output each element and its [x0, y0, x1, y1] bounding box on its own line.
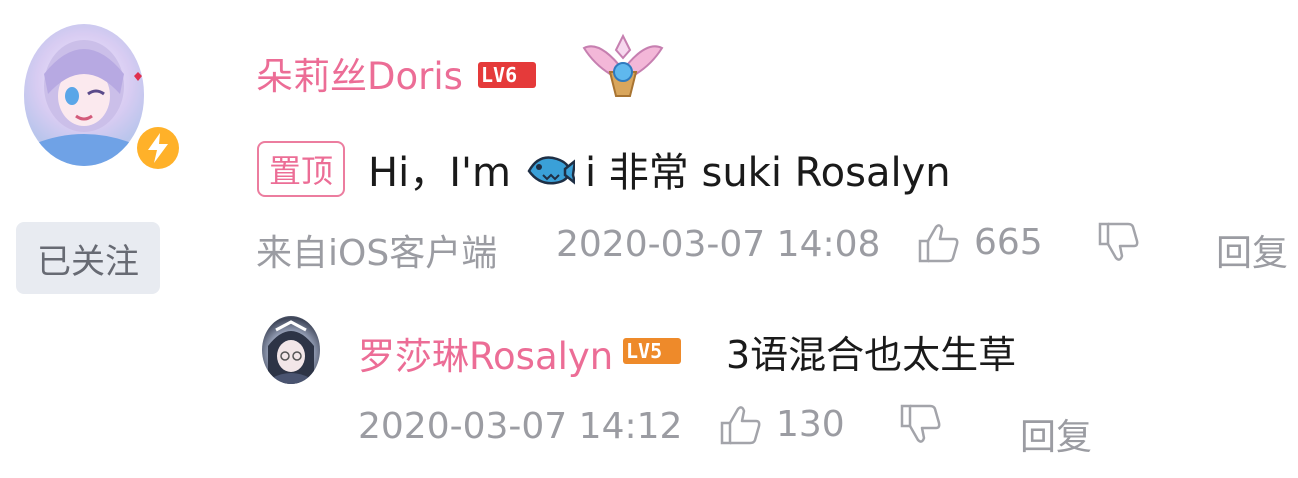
thumbs-down-icon	[1098, 222, 1139, 261]
follow-button[interactable]: 已关注	[16, 222, 160, 294]
comment-username[interactable]: 朵莉丝Doris	[256, 46, 463, 100]
reply-username[interactable]: 罗莎琳Rosalyn	[358, 326, 613, 380]
reply-like-button[interactable]: 130	[720, 404, 845, 445]
comment-source: 来自iOS客户端	[256, 233, 498, 274]
dislike-button[interactable]	[1098, 222, 1140, 271]
avatar-container[interactable]	[24, 24, 184, 174]
reply-button[interactable]: 回复	[1216, 224, 1288, 276]
comment-text-part1: Hi，I'm	[368, 150, 511, 196]
level-badge: LV6	[478, 62, 536, 88]
comment-text: Hi，I'm i 非常 suki Rosalyn	[368, 140, 951, 198]
thumbs-up-icon	[720, 405, 761, 444]
wing-badge-icon	[582, 33, 664, 97]
comment-time: 2020-03-07 14:08	[556, 224, 881, 265]
avatar-illustration	[34, 40, 142, 166]
reply-like-count: 130	[776, 404, 845, 445]
like-count: 665	[974, 222, 1043, 263]
avatar[interactable]	[24, 24, 144, 166]
reply-time: 2020-03-07 14:12	[358, 406, 683, 447]
verified-badge	[132, 122, 184, 174]
reply-text: 3语混合也太生草	[726, 333, 1017, 377]
reply-reply-button[interactable]: 回复	[1020, 408, 1092, 460]
reply-avatar-illustration	[268, 320, 314, 384]
fish-emoji-icon	[527, 156, 575, 185]
thumbs-up-icon	[918, 223, 959, 262]
pinned-tag: 置顶	[257, 141, 345, 197]
comment-text-part2: i 非常 suki Rosalyn	[584, 150, 951, 196]
reply-avatar[interactable]	[262, 316, 320, 384]
lightning-icon	[148, 133, 168, 163]
reply-level-badge: LV5	[623, 338, 681, 364]
thumbs-down-icon	[900, 404, 941, 443]
reply-dislike-button[interactable]	[900, 404, 942, 453]
like-button[interactable]: 665	[918, 222, 1043, 263]
